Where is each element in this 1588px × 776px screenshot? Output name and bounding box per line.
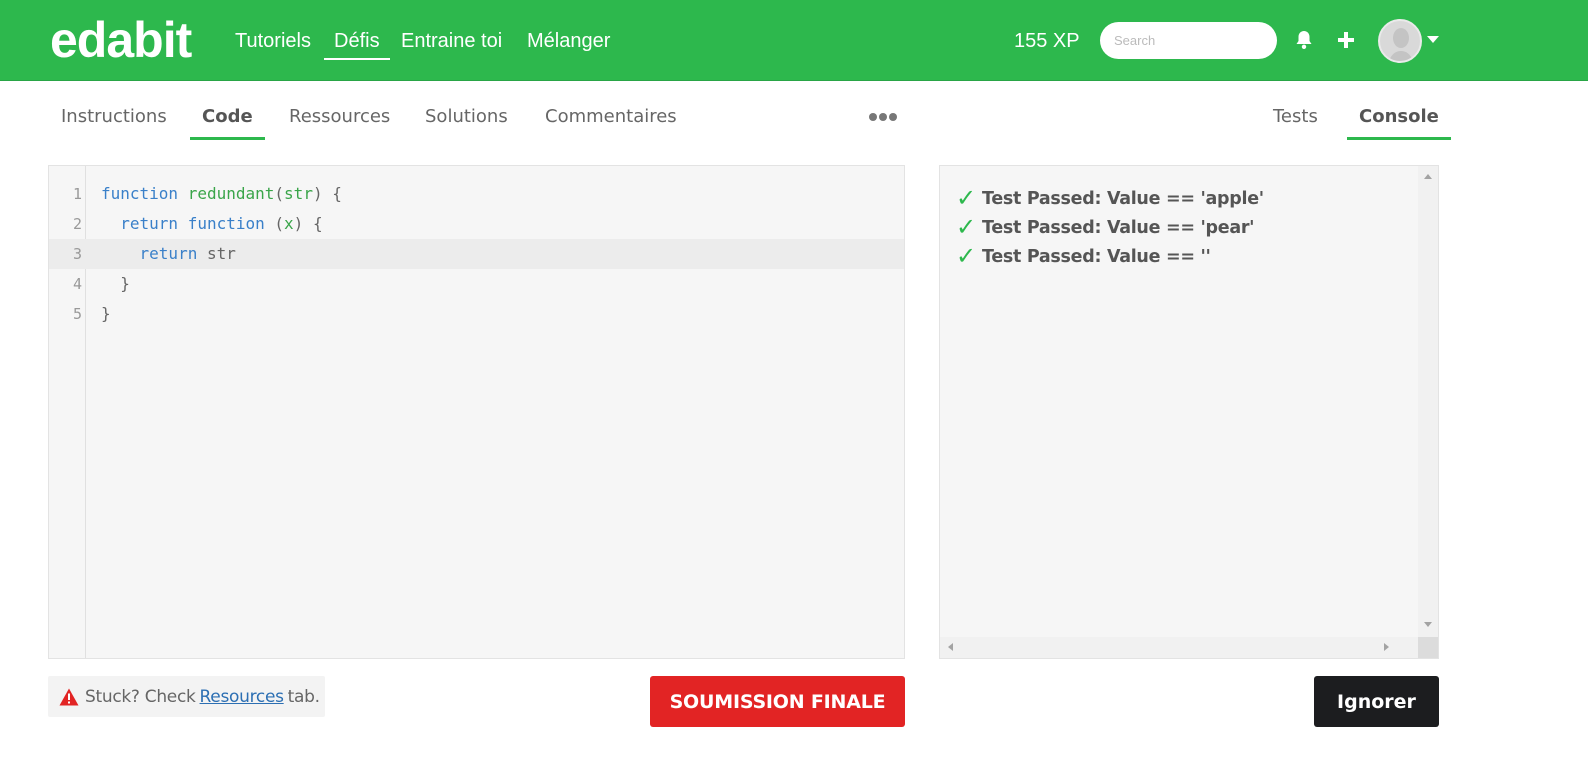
code-token: redundant [187,184,275,203]
code-token: } [101,304,111,323]
plus-icon[interactable] [1334,28,1358,52]
code-editor[interactable]: 1 function redundant(str) {2 return funct… [48,165,905,659]
code-token: return [139,244,198,263]
edabit-logo[interactable]: edabit [50,12,192,68]
scroll-up-icon[interactable] [1424,174,1432,179]
code-token: ( [274,184,285,203]
console-panel: ✓ Test Passed: Value == 'apple' ✓ Test Pass… [939,165,1439,659]
code-token: ) { [293,214,323,233]
checkmark-icon: ✓ [956,242,977,270]
code-text: } [101,299,111,329]
code-text: return str [101,239,236,269]
code-line[interactable]: 2 return function (x) { [49,209,904,239]
tab-active-underline [1347,137,1451,140]
tab-code[interactable]: Code [190,106,265,140]
code-token: } [101,274,130,293]
code-token: ( [264,214,285,233]
test-result-text: Test Passed: Value == 'apple' [982,188,1264,209]
avatar[interactable] [1378,19,1422,63]
warning-icon [59,688,81,706]
code-line[interactable]: 1 function redundant(str) { [49,179,904,209]
scroll-down-icon[interactable] [1424,622,1432,627]
nav-defis[interactable]: Défis [324,29,390,60]
caret-down-icon[interactable] [1427,36,1439,43]
code-token: function [101,184,179,203]
tab-active-underline [190,137,265,140]
code-text: return function (x) { [101,209,323,239]
search-input[interactable] [1100,22,1277,59]
code-token: str [197,244,236,263]
nav-melanger[interactable]: Mélanger [527,29,610,53]
tab-commentaires[interactable]: Commentaires [545,106,677,128]
tab-code-label: Code [202,106,253,127]
tab-tests[interactable]: Tests [1273,106,1318,128]
final-submit-button[interactable]: SOUMISSION FINALE [650,676,905,727]
code-text: } [101,269,130,299]
code-token: str [284,184,313,203]
stuck-hint: Stuck? Check Resources tab. [48,676,325,717]
tab-console-label: Console [1359,106,1439,127]
hint-prefix: Stuck? Check [85,686,196,707]
code-text: function redundant(str) { [101,179,342,209]
tab-console[interactable]: Console [1347,106,1451,140]
code-token: return [120,214,179,233]
line-number: 4 [72,275,82,293]
code-line[interactable]: 4 } [49,269,904,299]
tab-instructions[interactable]: Instructions [61,106,167,128]
test-result: ✓ Test Passed: Value == '' [956,242,1211,271]
tab-ressources[interactable]: Ressources [289,106,390,128]
resources-link[interactable]: Resources [200,687,284,707]
code-token: function [187,214,265,233]
line-number: 2 [72,215,82,233]
code-line[interactable]: 3 return str [49,239,904,269]
checkmark-icon: ✓ [956,213,977,241]
nav-entraine-toi[interactable]: Entraine toi [401,29,502,53]
tab-solutions[interactable]: Solutions [425,106,508,128]
ignore-button[interactable]: Ignorer [1314,676,1439,727]
code-token: ) { [312,184,342,203]
horizontal-scrollbar[interactable] [940,637,1418,658]
line-number: 1 [72,185,82,203]
scroll-right-icon[interactable] [1384,643,1389,651]
checkmark-icon: ✓ [956,184,977,212]
test-result: ✓ Test Passed: Value == 'pear' [956,213,1255,242]
test-result: ✓ Test Passed: Value == 'apple' [956,184,1264,213]
vertical-scrollbar[interactable] [1418,166,1438,638]
hint-suffix: tab. [287,686,320,707]
code-token: x [284,214,294,233]
line-number: 3 [72,245,82,263]
more-options-icon[interactable] [869,113,897,121]
scrollbar-corner [1418,637,1438,658]
xp-counter: 155 XP [1014,30,1080,52]
line-number: 5 [72,305,82,323]
scroll-left-icon[interactable] [948,643,953,651]
top-navbar: edabit Tutoriels Défis Entraine toi Méla… [0,0,1588,81]
code-line[interactable]: 5} [49,299,904,329]
bell-icon[interactable] [1292,28,1316,52]
nav-tutoriels[interactable]: Tutoriels [235,29,311,53]
test-result-text: Test Passed: Value == 'pear' [982,217,1255,238]
test-result-text: Test Passed: Value == '' [982,246,1211,267]
